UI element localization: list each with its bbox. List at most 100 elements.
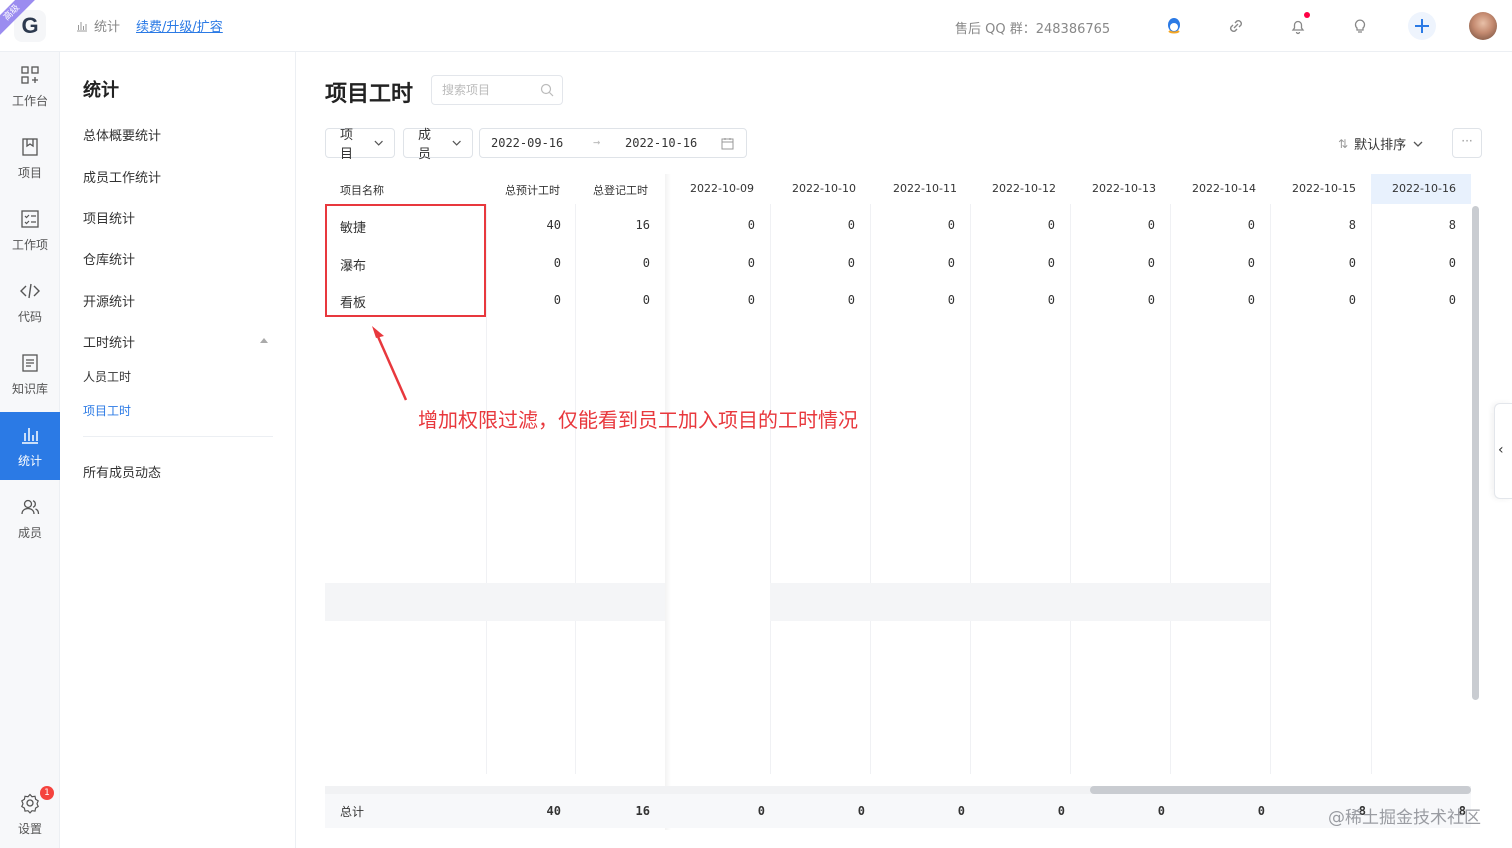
- lightbulb-icon[interactable]: [1346, 12, 1374, 40]
- sidebar-item-member-hours[interactable]: 人员工时: [83, 368, 131, 385]
- link-icon[interactable]: [1222, 12, 1250, 40]
- bar-chart-icon: [77, 21, 87, 31]
- nav-label: 成员: [17, 525, 42, 540]
- project-filter-dropdown[interactable]: 项目: [325, 128, 395, 162]
- nav-item-settings[interactable]: 设置 1: [0, 780, 60, 848]
- nav-item-code[interactable]: 代码: [0, 268, 60, 336]
- grid-line: [486, 204, 487, 774]
- total-row: [325, 794, 1471, 828]
- settings-badge: 1: [40, 786, 54, 800]
- nav-item-dashboard[interactable]: 工作台: [0, 52, 60, 120]
- member-filter-dropdown[interactable]: 成员: [403, 128, 473, 162]
- header-date: 2022-10-15: [1292, 182, 1356, 195]
- sidebar-item-project-hours[interactable]: 项目工时: [83, 402, 131, 419]
- logo[interactable]: G 高级: [0, 0, 60, 52]
- sort-dropdown[interactable]: ⇅ 默认排序: [1338, 134, 1424, 153]
- page-title: 项目工时: [325, 82, 414, 107]
- day-hours-cell: 0: [1247, 218, 1255, 232]
- total-estimated: 40: [546, 804, 561, 818]
- day-hours-cell: 0: [847, 218, 855, 232]
- grid-line: [970, 204, 971, 774]
- header-logged-hours: 总登记工时: [593, 184, 648, 197]
- total-day: 0: [957, 804, 965, 818]
- nav-item-stats[interactable]: 统计: [0, 412, 60, 480]
- stats-sidebar: 统计 总体概要统计 成员工作统计 项目统计 仓库统计 开源统计 工时统计 人员工…: [60, 52, 296, 848]
- qq-chat-icon[interactable]: [1160, 12, 1188, 40]
- day-hours-cell: 0: [1147, 256, 1155, 270]
- left-nav: 工作台 项目 工作项 代码 知识库 统计 成员 设置 1: [0, 52, 60, 848]
- sidebar-item-opensource-stats[interactable]: 开源统计: [83, 291, 135, 310]
- header-date: 2022-10-09: [690, 182, 754, 195]
- nav-label: 工作项: [11, 237, 48, 252]
- sidebar-item-overview[interactable]: 总体概要统计: [83, 125, 161, 144]
- sidebar-divider: [83, 436, 273, 437]
- grid-line: [770, 204, 771, 774]
- bell-icon[interactable]: [1284, 12, 1312, 40]
- day-hours-cell: 8: [1348, 218, 1356, 232]
- sidebar-item-repo-stats[interactable]: 仓库统计: [83, 249, 135, 268]
- header-estimated-hours: 总预计工时: [505, 184, 560, 197]
- header-date: 2022-10-14: [1192, 182, 1256, 195]
- search-input[interactable]: 搜索项目: [431, 75, 563, 105]
- nav-item-workitem[interactable]: 工作项: [0, 196, 60, 264]
- grid-line: [1371, 204, 1372, 774]
- grid-line: [575, 204, 576, 774]
- breadcrumb: 统计 续费/升级/扩容: [76, 16, 223, 35]
- date-range-picker[interactable]: 2022-09-16 → 2022-10-16: [479, 128, 747, 158]
- annotation-arrow-icon: [372, 326, 408, 401]
- logged-hours-cell: 16: [635, 218, 650, 232]
- vertical-scrollbar[interactable]: [1472, 206, 1479, 700]
- nav-item-wiki[interactable]: 知识库: [0, 340, 60, 408]
- sidebar-item-worktime[interactable]: 工时统计: [83, 332, 135, 351]
- nav-label: 项目: [17, 165, 42, 180]
- horizontal-scrollbar[interactable]: [1090, 786, 1471, 794]
- sidebar-item-all-activity[interactable]: 所有成员动态: [83, 462, 161, 481]
- project-filter-label: 项目: [340, 128, 354, 162]
- header-date: 2022-10-13: [1092, 182, 1156, 195]
- nav-item-members[interactable]: 成员: [0, 484, 60, 552]
- sort-label: 默认排序: [1354, 138, 1407, 153]
- total-logged: 16: [635, 804, 650, 818]
- watermark: @稀土掘金技术社区: [1328, 808, 1481, 828]
- add-icon[interactable]: [1408, 12, 1436, 40]
- header-date: 2022-10-16: [1392, 182, 1456, 195]
- row-band: [325, 583, 1270, 621]
- chevron-left-icon: ‹: [1498, 442, 1504, 458]
- day-hours-cell: 0: [1348, 293, 1356, 307]
- chart-icon: [22, 427, 38, 444]
- estimated-hours-cell: 40: [546, 218, 561, 232]
- chevron-down-icon: [452, 140, 461, 146]
- day-hours-cell: 0: [947, 293, 955, 307]
- arrow-right-icon: →: [593, 135, 601, 149]
- nav-label: 工作台: [11, 93, 48, 108]
- workitem-icon: [21, 209, 39, 228]
- nav-item-project[interactable]: 项目: [0, 124, 60, 192]
- day-hours-cell: 0: [847, 293, 855, 307]
- side-panel-toggle[interactable]: ‹: [1494, 403, 1512, 499]
- fixed-column-shadow: [665, 174, 671, 830]
- header-date: 2022-10-10: [792, 182, 856, 195]
- collapse-caret-icon[interactable]: [260, 338, 268, 343]
- sidebar-item-project-stats[interactable]: 项目统计: [83, 208, 135, 227]
- day-hours-cell: 0: [1448, 293, 1456, 307]
- sidebar-item-member-work[interactable]: 成员工作统计: [83, 167, 161, 186]
- support-qq-text: 售后 QQ 群：248386765: [955, 22, 1111, 37]
- day-hours-cell: 0: [847, 256, 855, 270]
- total-day: 0: [1157, 804, 1165, 818]
- grid-line: [1170, 204, 1171, 774]
- members-icon: [21, 499, 40, 514]
- header-date: 2022-10-12: [992, 182, 1056, 195]
- estimated-hours-cell: 0: [553, 256, 561, 270]
- day-hours-cell: 0: [1147, 293, 1155, 307]
- day-hours-cell: 0: [1348, 256, 1356, 270]
- day-hours-cell: 0: [747, 293, 755, 307]
- avatar[interactable]: [1469, 12, 1497, 40]
- nav-label: 设置: [17, 821, 42, 836]
- chevron-down-icon: [1413, 141, 1423, 147]
- upgrade-link[interactable]: 续费/升级/扩容: [136, 16, 223, 35]
- more-button[interactable]: ···: [1452, 128, 1482, 158]
- header-project-name: 项目名称: [340, 184, 384, 197]
- breadcrumb-label: 统计: [94, 20, 121, 35]
- wiki-icon: [22, 353, 38, 372]
- day-hours-cell: 0: [947, 218, 955, 232]
